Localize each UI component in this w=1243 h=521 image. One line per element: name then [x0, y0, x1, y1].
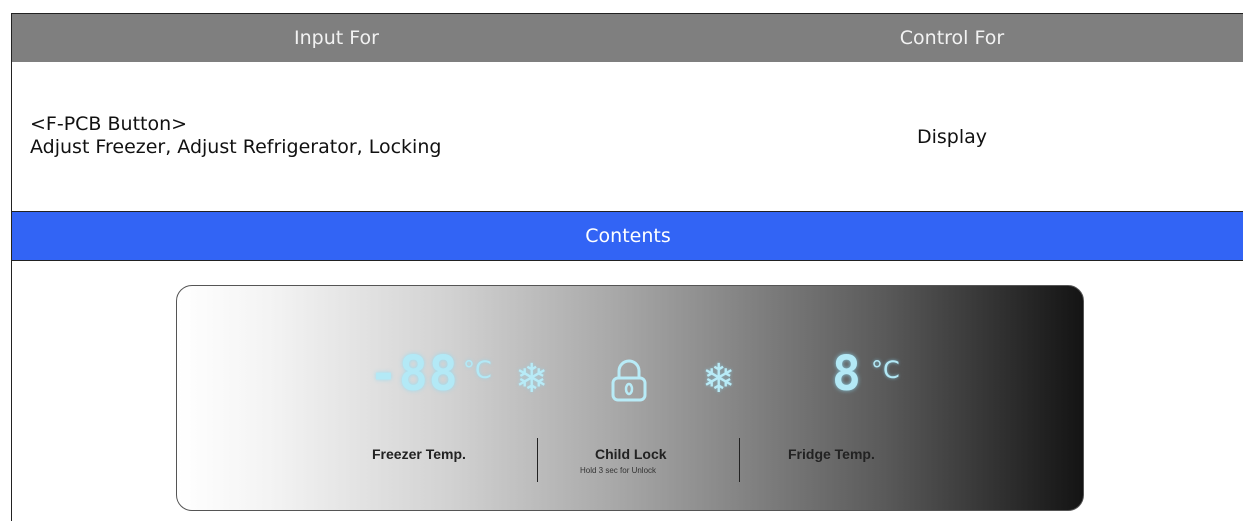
contents-cell: -88 °C ❄ ❄ 8 °C Freezer Temp. Child Lock…: [11, 261, 1243, 521]
freezer-unit: °C: [463, 356, 492, 384]
fridge-temp-display: 8: [832, 346, 862, 402]
control-for-cell: Display: [661, 62, 1243, 212]
input-for-text: <F-PCB Button> Adjust Freezer, Adjust Re…: [30, 113, 441, 159]
fridge-unit: °C: [871, 356, 900, 384]
child-lock-hint: Hold 3 sec for Unlock: [580, 466, 657, 475]
fridge-temp-button-label[interactable]: Fridge Temp.: [788, 446, 875, 462]
freezer-temp-button-label[interactable]: Freezer Temp.: [372, 446, 466, 462]
input-button-name: <F-PCB Button>: [30, 113, 188, 135]
display-panel: -88 °C ❄ ❄ 8 °C Freezer Temp. Child Lock…: [176, 285, 1084, 511]
freezer-temp-display: -88: [369, 346, 459, 402]
child-lock-button-label[interactable]: Child Lock: [595, 446, 667, 462]
spec-table: Input For Control For <F-PCB Button> Adj…: [11, 13, 1243, 521]
snowflake-icon: ❄: [702, 356, 736, 402]
input-functions: Adjust Freezer, Adjust Refrigerator, Loc…: [30, 136, 442, 158]
divider: [537, 438, 538, 482]
snowflake-icon: ❄: [515, 356, 549, 402]
control-for-header: Control For: [661, 13, 1243, 62]
input-for-header: Input For: [11, 13, 662, 62]
contents-header: Contents: [11, 212, 1243, 261]
input-for-cell: <F-PCB Button> Adjust Freezer, Adjust Re…: [11, 62, 662, 212]
control-for-text: Display: [916, 125, 988, 148]
lock-icon: [610, 358, 648, 406]
divider: [739, 438, 740, 482]
